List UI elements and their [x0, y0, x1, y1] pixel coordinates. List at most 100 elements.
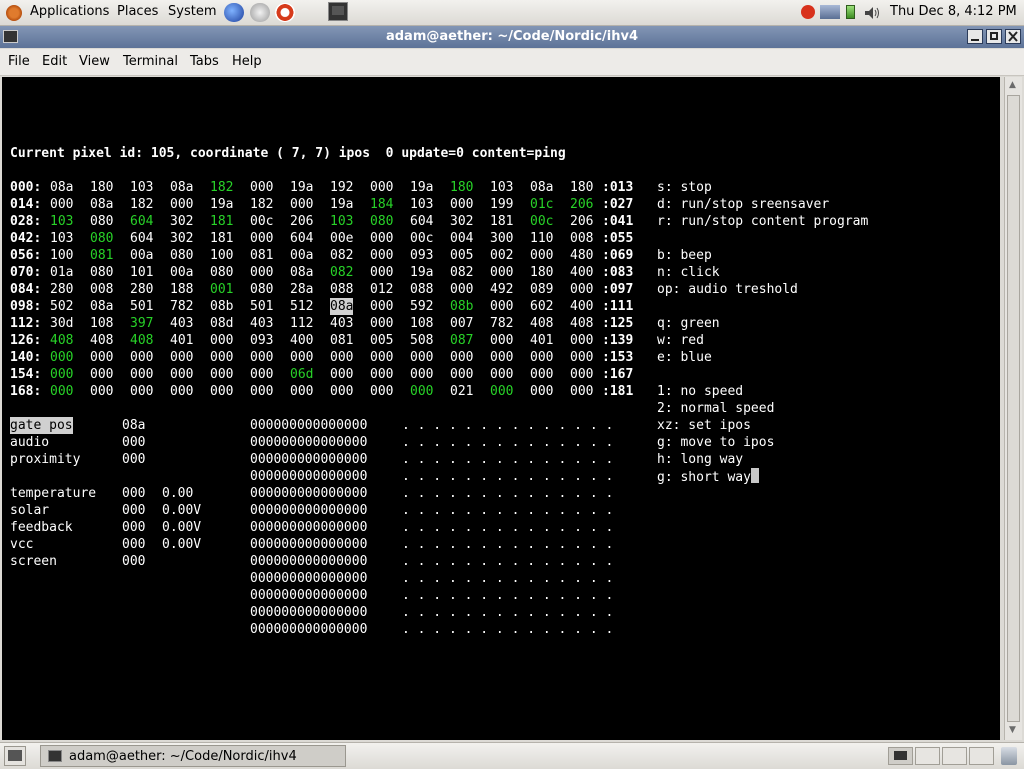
grid-cell: 000 [490, 265, 514, 280]
web-browser-icon[interactable] [224, 3, 244, 22]
help-icon[interactable] [275, 3, 295, 22]
sensor-extra: 0.00V [162, 503, 202, 518]
grid-row-end: :111 [602, 299, 634, 314]
grid-row-end: :041 [602, 214, 634, 229]
grid-cell: 000 [450, 350, 474, 365]
grid-cell: 00a [130, 248, 154, 263]
grid-cell: 08a [530, 180, 554, 195]
grid-cell: 000 [410, 350, 434, 365]
maximize-button[interactable] [986, 29, 1002, 44]
menu-tabs[interactable]: Tabs [190, 54, 219, 69]
grid-row-start: 098: [10, 299, 42, 314]
grid-row-start: 168: [10, 384, 42, 399]
grid-cell: 08b [450, 299, 474, 314]
grid-cell: 000 [370, 231, 394, 246]
scroll-down-icon[interactable]: ▼ [1009, 725, 1016, 735]
help-line: 2: normal speed [657, 401, 775, 416]
grid-cell: 008 [570, 231, 594, 246]
grid-row-start: 140: [10, 350, 42, 365]
grid-cell: 103 [130, 180, 154, 195]
grid-cell: 110 [530, 231, 554, 246]
grid-cell: 000 [450, 367, 474, 382]
grid-cell: 000 [210, 384, 234, 399]
menu-help[interactable]: Help [232, 54, 262, 69]
terminal-task-icon [48, 750, 62, 762]
system-menu[interactable]: System [168, 4, 216, 19]
grid-cell: 000 [50, 350, 74, 365]
menu-view[interactable]: View [79, 54, 110, 69]
grid-row-end: :013 [602, 180, 634, 195]
help-line: g: short way [657, 468, 759, 486]
grid-cell: 19a [210, 197, 234, 212]
grid-cell: 080 [210, 265, 234, 280]
workspace-1[interactable] [888, 747, 913, 765]
help-line: q: green [657, 316, 720, 331]
grid-cell: 000 [570, 384, 594, 399]
grid-cell: 30d [50, 316, 74, 331]
minimize-button[interactable] [967, 29, 983, 44]
workspace-2[interactable] [915, 747, 940, 765]
places-menu[interactable]: Places [117, 4, 158, 19]
grid-cell: 19a [290, 180, 314, 195]
close-button[interactable] [1005, 29, 1021, 44]
grid-cell: 012 [370, 282, 394, 297]
grid-cell: 06d [290, 367, 314, 382]
sensor-extra: 0.00V [162, 537, 202, 552]
grid-cell: 302 [170, 231, 194, 246]
grid-cell: 000 [290, 197, 314, 212]
grid-cell: 08d [210, 316, 234, 331]
grid-cell: 400 [570, 299, 594, 314]
grid-row-end: :097 [602, 282, 634, 297]
grid-cell: 000 [490, 350, 514, 365]
grid-cell: 000 [90, 384, 114, 399]
trash-icon[interactable] [1001, 747, 1017, 765]
grid-cell: 00c [530, 214, 554, 229]
window-titlebar[interactable]: adam@aether: ~/Code/Nordic/ihv4 [0, 26, 1024, 48]
grid-cell: 512 [290, 299, 314, 314]
grid-cell: 401 [530, 333, 554, 348]
terminal-scrollbar[interactable]: ▲ ▼ [1004, 77, 1022, 740]
dot-row: . . . . . . . . . . . . . . [402, 537, 614, 552]
menu-file[interactable]: File [8, 54, 30, 69]
show-desktop-button[interactable] [4, 746, 26, 766]
sensor-extra: 0.00V [162, 520, 202, 535]
grid-cell: 000 [570, 282, 594, 297]
grid-cell: 492 [490, 282, 514, 297]
taskbar-terminal-button[interactable]: adam@aether: ~/Code/Nordic/ihv4 [40, 745, 346, 767]
grid-cell: 000 [130, 350, 154, 365]
scroll-thumb[interactable] [1007, 95, 1020, 722]
battery-icon[interactable] [846, 5, 855, 19]
grid-cell: 480 [570, 248, 594, 263]
workspace-3[interactable] [942, 747, 967, 765]
bit-row: 000000000000000 [250, 605, 368, 620]
menu-edit[interactable]: Edit [42, 54, 67, 69]
grid-cell: 101 [130, 265, 154, 280]
grid-cell: 080 [370, 214, 394, 229]
grid-row-start: 042: [10, 231, 42, 246]
terminal-launcher-icon[interactable] [328, 2, 348, 21]
terminal-area[interactable]: Current pixel id: 105, coordinate ( 7, 7… [2, 77, 1000, 740]
grid-cell: 302 [170, 214, 194, 229]
dot-row: . . . . . . . . . . . . . . [402, 571, 614, 586]
bit-row: 000000000000000 [250, 622, 368, 637]
network-icon[interactable] [820, 5, 840, 19]
desktop-icon [8, 750, 22, 761]
workspace-4[interactable] [969, 747, 994, 765]
workspace-window-icon [894, 751, 907, 760]
volume-icon[interactable] [864, 5, 882, 19]
menu-terminal[interactable]: Terminal [123, 54, 178, 69]
grid-cell: 782 [490, 316, 514, 331]
scroll-up-icon[interactable]: ▲ [1009, 80, 1016, 90]
grid-cell: 082 [330, 265, 354, 280]
grid-cell: 112 [290, 316, 314, 331]
clock[interactable]: Thu Dec 8, 4:12 PM [890, 4, 1017, 19]
grid-cell: 000 [490, 299, 514, 314]
top-panel: Applications Places System Thu Dec 8, 4:… [0, 0, 1024, 26]
grid-cell: 000 [250, 384, 274, 399]
bit-row: 000000000000000 [250, 520, 368, 535]
update-icon[interactable] [801, 5, 815, 19]
mail-icon[interactable] [250, 3, 270, 22]
grid-cell: 000 [330, 367, 354, 382]
applications-menu[interactable]: Applications [30, 4, 109, 19]
ubuntu-logo-icon[interactable] [6, 5, 22, 21]
